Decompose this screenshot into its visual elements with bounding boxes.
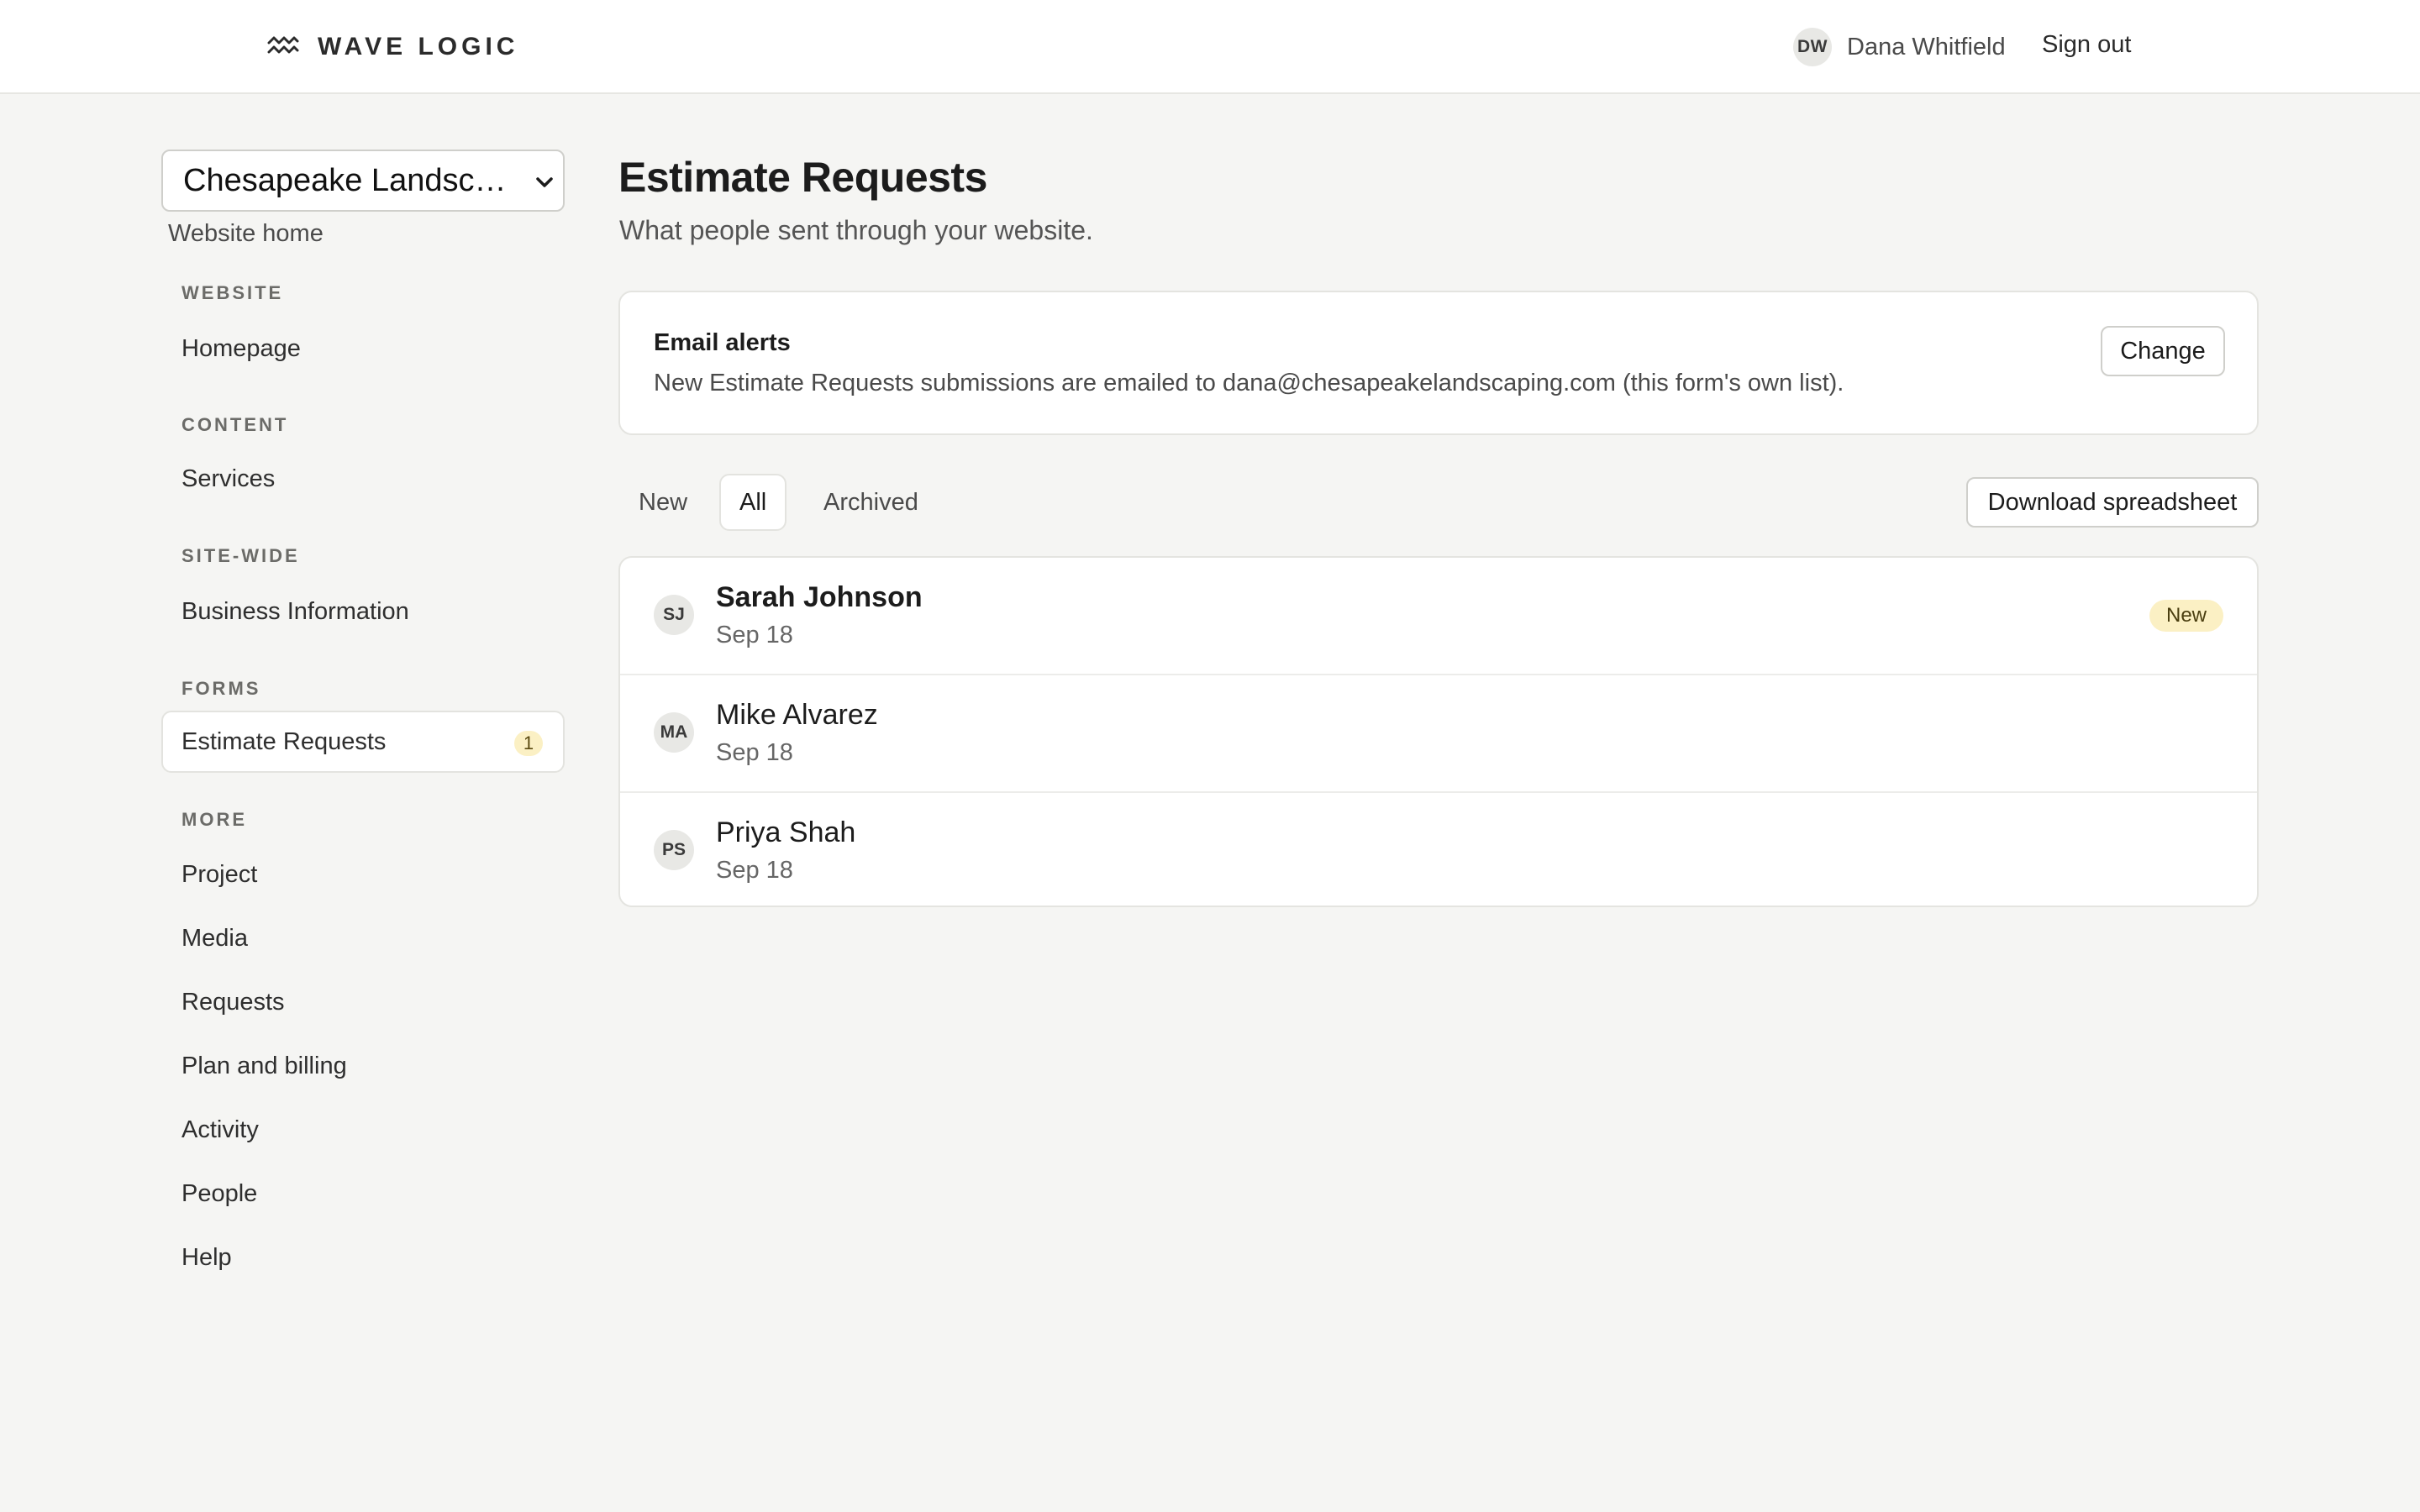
download-spreadsheet-button[interactable]: Download spreadsheet — [1966, 477, 2259, 528]
tab-all[interactable]: All — [719, 474, 787, 531]
submission-date: Sep 18 — [716, 857, 793, 884]
page-title: Estimate Requests — [618, 154, 987, 201]
submitter-avatar: MA — [654, 712, 694, 753]
change-alerts-button[interactable]: Change — [2101, 326, 2225, 376]
nav-section-forms: FORMS — [182, 678, 261, 699]
submission-row[interactable]: MA Mike Alvarez Sep 18 — [620, 675, 2257, 791]
status-badge: New — [2149, 600, 2223, 632]
sidebar-item-homepage[interactable]: Homepage — [161, 318, 565, 380]
user-name: Dana Whitfield — [1847, 33, 2006, 60]
sidebar-item-help[interactable]: Help — [161, 1226, 565, 1289]
submission-row[interactable]: PS Priya Shah Sep 18 — [620, 793, 2257, 906]
site-selector[interactable]: Chesapeake Landscaping — [161, 150, 565, 212]
email-alerts-description: New Estimate Requests submissions are em… — [654, 370, 1844, 396]
email-alerts-title: Email alerts — [654, 329, 791, 356]
submitter-avatar: SJ — [654, 595, 694, 635]
sidebar-item-media[interactable]: Media — [161, 907, 565, 969]
submitter-name: Sarah Johnson — [716, 581, 923, 613]
chevron-down-icon — [536, 177, 553, 187]
submitter-avatar: PS — [654, 830, 694, 870]
unread-count-badge: 1 — [514, 731, 543, 756]
tab-new[interactable]: New — [618, 474, 708, 531]
submission-date: Sep 18 — [716, 739, 793, 766]
sidebar-item-business-information[interactable]: Business Information — [161, 580, 565, 643]
brand[interactable]: WAVE LOGIC — [267, 27, 518, 67]
user-avatar: DW — [1793, 28, 1832, 66]
website-home-link[interactable]: Website home — [168, 220, 324, 248]
sidebar-item-estimate-requests[interactable]: Estimate Requests 1 — [161, 711, 565, 773]
submitter-name: Priya Shah — [716, 816, 856, 848]
sign-out-link[interactable]: Sign out — [2042, 31, 2131, 59]
sidebar-item-project[interactable]: Project — [161, 843, 565, 906]
submitter-name: Mike Alvarez — [716, 699, 878, 731]
nav-section-website: WEBSITE — [182, 282, 284, 303]
sidebar-item-label: Estimate Requests — [182, 727, 387, 755]
nav-section-site-wide: SITE-WIDE — [182, 545, 300, 566]
submission-row[interactable]: SJ Sarah Johnson Sep 18 New — [620, 558, 2257, 674]
user-menu[interactable]: DW Dana Whitfield — [1793, 28, 2006, 66]
tab-archived[interactable]: Archived — [803, 474, 939, 531]
page-subtitle: What people sent through your website. — [619, 215, 1093, 245]
email-alerts-card: Email alerts New Estimate Requests submi… — [618, 291, 2259, 435]
submission-date: Sep 18 — [716, 622, 793, 648]
waves-icon — [267, 36, 299, 54]
sidebar-item-requests[interactable]: Requests — [161, 971, 565, 1033]
nav-section-content: CONTENT — [182, 414, 289, 435]
submissions-list: SJ Sarah Johnson Sep 18 New MA Mike Alva… — [618, 556, 2259, 907]
sidebar-item-services[interactable]: Services — [161, 448, 565, 510]
nav-section-more: MORE — [182, 809, 247, 830]
top-bar: WAVE LOGIC DW Dana Whitfield Sign out — [0, 0, 2420, 94]
brand-name: WAVE LOGIC — [318, 33, 519, 60]
sidebar-item-people[interactable]: People — [161, 1163, 565, 1225]
sidebar-item-activity[interactable]: Activity — [161, 1099, 565, 1161]
sidebar-item-plan-and-billing[interactable]: Plan and billing — [161, 1035, 565, 1097]
site-selector-value: Chesapeake Landscaping — [183, 162, 523, 198]
